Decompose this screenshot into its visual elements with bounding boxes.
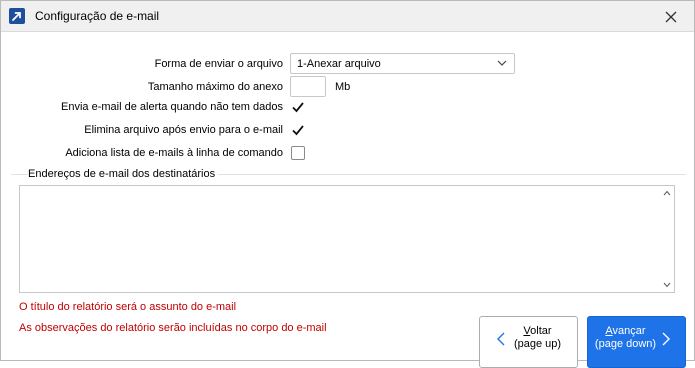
cmdline-label: Adiciona lista de e-mails à linha de com… (65, 147, 283, 159)
back-button-label: Voltar (page up) (513, 325, 562, 350)
chevron-down-icon (497, 60, 507, 66)
next-button[interactable]: Avançar (page down) (587, 316, 686, 368)
max-size-unit: Mb (335, 81, 351, 93)
window-title: Configuração de e-mail (35, 9, 160, 23)
delete-label: Elimina arquivo após envio para o e-mail (84, 124, 283, 136)
next-button-label: Avançar (page down) (594, 325, 657, 350)
send-mode-label: Forma de enviar o arquivo (154, 58, 283, 70)
alert-checkbox[interactable] (291, 100, 305, 114)
recipients-section-label: Endereços de e-mail dos destinatários (28, 168, 219, 180)
alert-label: Envia e-mail de alerta quando não tem da… (61, 101, 283, 113)
delete-checkbox[interactable] (291, 123, 305, 137)
notice-body: As observações do relatório serão incluí… (19, 322, 327, 334)
checkmark-icon (292, 102, 304, 113)
max-size-label: Tamanho máximo do anexo (147, 81, 283, 93)
notice-subject: O título do relatório será o assunto do … (19, 301, 237, 313)
cmdline-checkbox[interactable] (291, 146, 305, 160)
arrow-up-right-icon (9, 8, 25, 24)
recipients-textarea[interactable] (19, 185, 675, 293)
close-button[interactable] (661, 7, 681, 27)
checkmark-icon (292, 125, 304, 136)
close-icon (665, 11, 677, 23)
scroll-up-icon[interactable] (663, 190, 671, 196)
back-button[interactable]: Voltar (page up) (479, 316, 578, 368)
max-size-input[interactable] (290, 76, 326, 97)
chevron-right-icon (662, 332, 670, 346)
scroll-down-icon[interactable] (663, 282, 671, 288)
chevron-left-icon (497, 332, 505, 346)
recipients-scrollbar[interactable] (660, 186, 674, 292)
email-config-dialog: Configuração de e-mail Forma de enviar o… (0, 0, 695, 368)
send-mode-value: 1-Anexar arquivo (297, 58, 381, 70)
send-mode-select[interactable]: 1-Anexar arquivo (290, 53, 515, 74)
title-bar: Configuração de e-mail (1, 1, 694, 32)
